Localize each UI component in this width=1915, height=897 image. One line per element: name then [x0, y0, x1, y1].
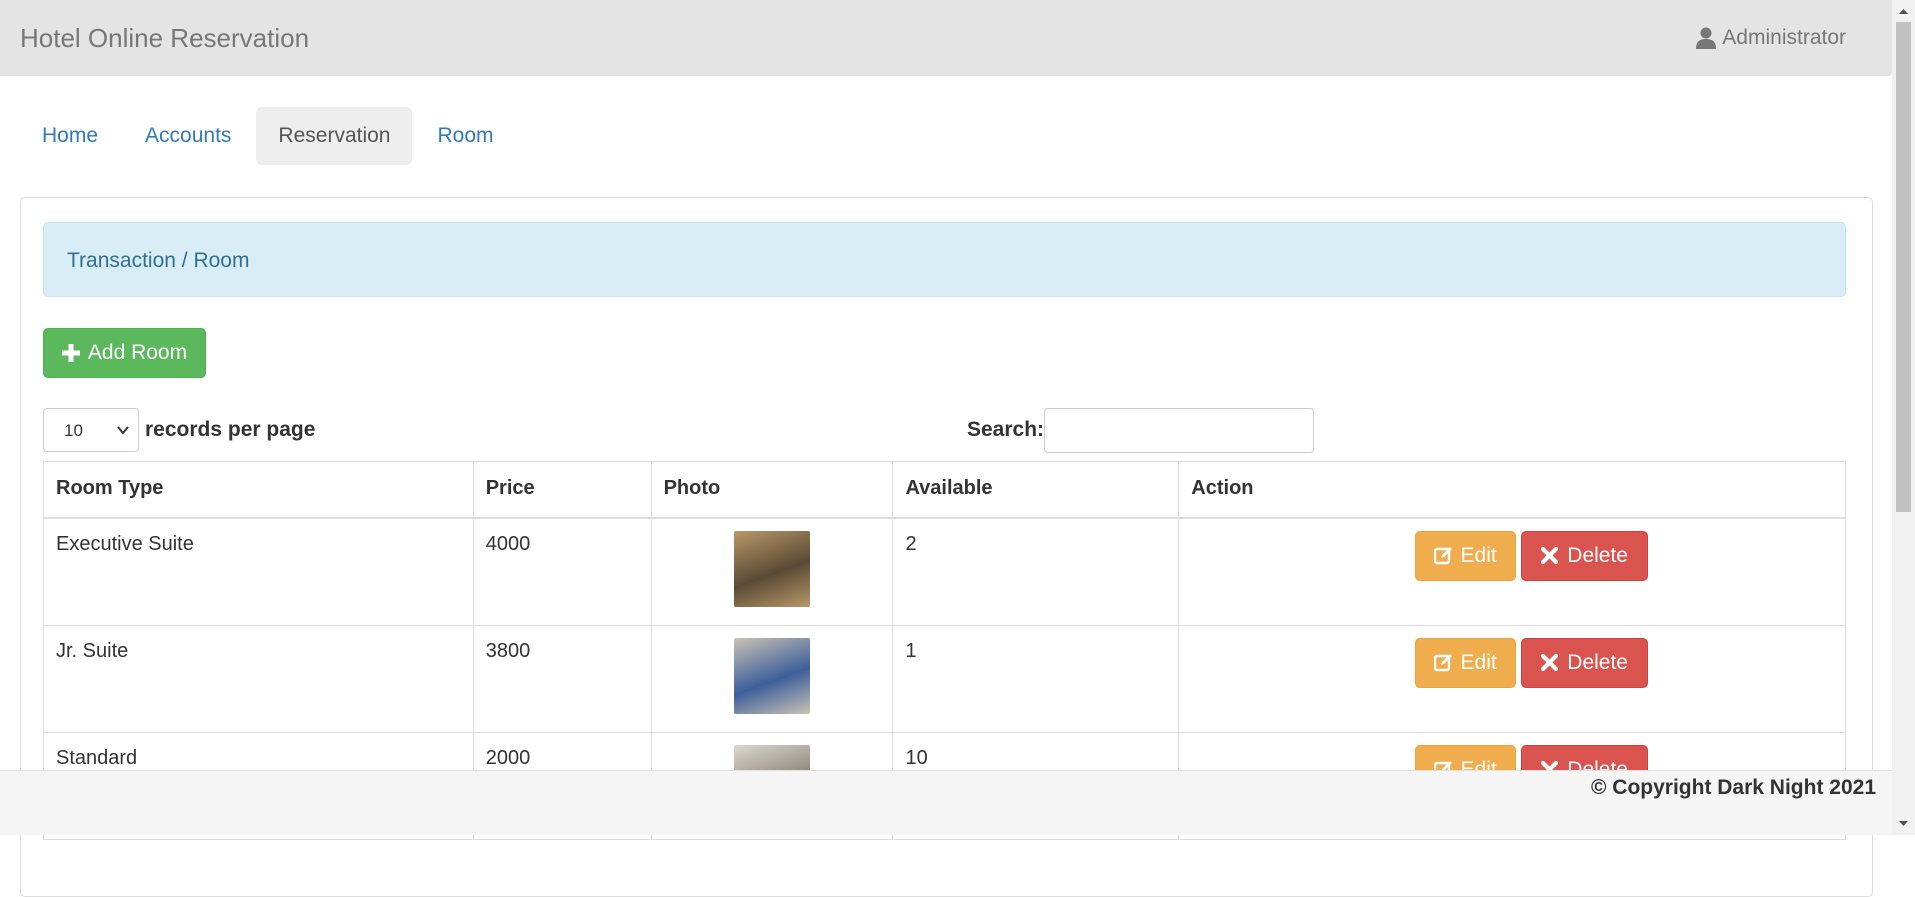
edit-button[interactable]: Edit — [1414, 637, 1516, 688]
room-type-cell: Executive Suite — [43, 517, 474, 626]
tab-room[interactable]: Room — [415, 107, 515, 165]
table-row: Jr. Suite 3800 1 Edit Delete — [43, 624, 1846, 733]
column-header-price[interactable]: Price — [472, 461, 652, 519]
available-cell: 2 — [892, 517, 1180, 626]
user-name: Administrator — [1722, 26, 1846, 49]
chevron-down-icon — [117, 426, 129, 435]
column-header-room-type[interactable]: Room Type — [43, 461, 474, 519]
column-header-action[interactable]: Action — [1178, 461, 1846, 519]
room-photo — [734, 637, 811, 714]
add-room-button[interactable]: Add Room — [43, 328, 206, 378]
room-photo — [734, 530, 811, 607]
close-icon — [1541, 653, 1559, 672]
edit-icon — [1433, 654, 1452, 672]
vertical-scrollbar[interactable] — [1892, 0, 1915, 835]
delete-label: Delete — [1567, 650, 1628, 674]
price-cell: 4000 — [472, 517, 652, 626]
available-cell: 1 — [892, 624, 1180, 733]
page-length-label: records per page — [145, 418, 316, 441]
breadcrumb: Transaction / Room — [43, 222, 1846, 297]
action-cell: Edit Delete — [1178, 517, 1846, 626]
scroll-down-arrow-icon[interactable] — [1898, 818, 1909, 829]
tab-home[interactable]: Home — [20, 107, 120, 165]
delete-label: Delete — [1567, 543, 1628, 567]
footer: © Copyright Dark Night 2021 — [0, 770, 1892, 835]
user-icon — [1696, 27, 1717, 49]
delete-button[interactable]: Delete — [1520, 637, 1648, 688]
photo-cell — [650, 624, 894, 733]
tab-accounts[interactable]: Accounts — [123, 107, 253, 165]
tab-reservation[interactable]: Reservation — [256, 107, 413, 165]
copyright-text: © Copyright Dark Night 2021 — [1590, 776, 1876, 799]
table-row: Executive Suite 4000 2 Edit Delete — [43, 517, 1846, 626]
search-input[interactable] — [1044, 408, 1314, 453]
room-type-cell: Jr. Suite — [43, 624, 474, 733]
edit-label: Edit — [1460, 543, 1497, 567]
scroll-up-arrow-icon[interactable] — [1898, 6, 1909, 17]
edit-button[interactable]: Edit — [1414, 530, 1516, 581]
action-cell: Edit Delete — [1178, 624, 1846, 733]
add-room-label: Add Room — [87, 341, 188, 364]
search-label: Search: — [967, 418, 1045, 441]
column-header-photo[interactable]: Photo — [650, 461, 894, 519]
edit-icon — [1433, 547, 1452, 565]
edit-label: Edit — [1460, 650, 1497, 674]
scrollbar-thumb[interactable] — [1896, 22, 1911, 512]
main-tabs: Home Accounts Reservation Room — [20, 107, 519, 165]
app-brand[interactable]: Hotel Online Reservation — [20, 23, 309, 54]
close-icon — [1541, 546, 1559, 565]
photo-cell — [650, 517, 894, 626]
delete-button[interactable]: Delete — [1520, 530, 1648, 581]
plus-icon — [61, 344, 80, 362]
price-cell: 3800 — [472, 624, 652, 733]
column-header-available[interactable]: Available — [892, 461, 1180, 519]
table-header-row: Room Type Price Photo Available Action — [43, 461, 1846, 519]
user-menu[interactable]: Administrator — [1696, 26, 1846, 50]
page-length-select[interactable]: 10 — [43, 408, 139, 452]
top-navbar: Hotel Online Reservation Administrator — [0, 0, 1892, 76]
page-length-value: 10 — [64, 421, 83, 440]
